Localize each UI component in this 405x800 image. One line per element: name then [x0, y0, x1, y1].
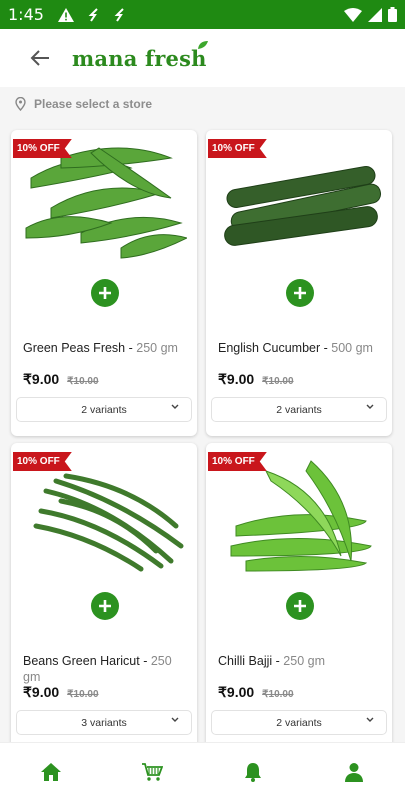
- sync-icon: [88, 7, 98, 22]
- product-weight: 250 gm: [136, 341, 178, 355]
- chevron-down-icon: [366, 404, 374, 409]
- product-title: English Cucumber: [218, 341, 321, 355]
- plus-icon: [294, 600, 306, 612]
- app-header: mana fresh: [0, 29, 405, 87]
- plus-icon: [294, 287, 306, 299]
- status-system-icons: [344, 7, 397, 22]
- plus-icon: [99, 600, 111, 612]
- back-button[interactable]: [22, 40, 58, 76]
- product-card[interactable]: 10% OFF English Cucumber - 500 gm ₹9.00 …: [206, 130, 392, 436]
- product-title: Green Peas Fresh: [23, 341, 126, 355]
- product-price: ₹9.00: [23, 371, 60, 387]
- store-label: Please select a store: [34, 97, 153, 111]
- leaf-icon: [197, 40, 208, 49]
- product-weight: 500 gm: [331, 341, 373, 355]
- variant-label: 3 variants: [81, 716, 127, 729]
- price-row: ₹9.00 ₹10.00: [218, 371, 294, 388]
- product-price: ₹9.00: [218, 371, 255, 387]
- product-mrp: ₹10.00: [67, 689, 99, 700]
- add-to-cart-button[interactable]: [91, 279, 119, 307]
- store-selector[interactable]: Please select a store: [0, 87, 405, 121]
- bell-icon: [245, 762, 262, 782]
- product-card[interactable]: 10% OFF Beans Green Haricut - 250 gm ₹9.…: [11, 443, 197, 749]
- product-name: Green Peas Fresh - 250 gm: [23, 341, 178, 355]
- variant-label: 2 variants: [276, 403, 322, 416]
- warning-icon: [57, 7, 74, 22]
- nav-profile[interactable]: [334, 752, 374, 792]
- product-price: ₹9.00: [23, 684, 60, 700]
- offer-badge: 10% OFF: [208, 452, 267, 471]
- offer-badge: 10% OFF: [13, 452, 72, 471]
- variant-dropdown[interactable]: 2 variants: [211, 710, 387, 735]
- offer-badge: 10% OFF: [208, 139, 267, 158]
- price-row: ₹9.00 ₹10.00: [23, 371, 99, 388]
- plus-icon: [99, 287, 111, 299]
- variant-dropdown[interactable]: 3 variants: [16, 710, 192, 735]
- sync-icon: [114, 7, 124, 22]
- product-mrp: ₹10.00: [262, 689, 294, 700]
- bottom-nav: [0, 742, 405, 800]
- add-to-cart-button[interactable]: [286, 279, 314, 307]
- product-weight: 250 gm: [283, 654, 325, 668]
- status-bar: 1:45: [0, 0, 405, 29]
- home-icon: [40, 762, 61, 781]
- product-name: Beans Green Haricut - 250 gm: [23, 654, 172, 684]
- product-title: Chilli Bajji: [218, 654, 273, 668]
- cart-icon: [141, 762, 163, 781]
- product-mrp: ₹10.00: [67, 376, 99, 387]
- product-card[interactable]: 10% OFF Green Peas Fresh - 250 gm ₹9.00 …: [11, 130, 197, 436]
- nav-notifications[interactable]: [233, 752, 273, 792]
- nav-cart[interactable]: [132, 752, 172, 792]
- price-row: ₹9.00 ₹10.00: [23, 684, 99, 701]
- offer-badge: 10% OFF: [13, 139, 72, 158]
- price-row: ₹9.00 ₹10.00: [218, 684, 294, 701]
- variant-label: 2 variants: [81, 403, 127, 416]
- product-price: ₹9.00: [218, 684, 255, 700]
- product-title: Beans Green Haricut: [23, 654, 140, 668]
- product-mrp: ₹10.00: [262, 376, 294, 387]
- wifi-icon: [344, 7, 362, 22]
- status-notification-icons: [57, 7, 126, 22]
- nav-home[interactable]: [31, 752, 71, 792]
- logo: mana fresh: [72, 40, 208, 71]
- chevron-down-icon: [366, 717, 374, 722]
- product-name: English Cucumber - 500 gm: [218, 341, 373, 355]
- add-to-cart-button[interactable]: [286, 592, 314, 620]
- add-to-cart-button[interactable]: [91, 592, 119, 620]
- arrow-left-icon: [30, 50, 49, 66]
- variant-dropdown[interactable]: 2 variants: [211, 397, 387, 422]
- status-time: 1:45: [8, 5, 44, 24]
- user-icon: [345, 762, 364, 782]
- chevron-down-icon: [171, 717, 179, 722]
- logo-text: mana fresh: [72, 45, 207, 71]
- variant-label: 2 variants: [276, 716, 322, 729]
- variant-dropdown[interactable]: 2 variants: [16, 397, 192, 422]
- chevron-down-icon: [171, 404, 179, 409]
- location-pin-icon: [15, 97, 26, 111]
- product-card[interactable]: 10% OFF Chilli Bajji - 250 gm ₹9.00 ₹10.…: [206, 443, 392, 749]
- battery-icon: [388, 7, 397, 22]
- product-name: Chilli Bajji - 250 gm: [218, 654, 325, 668]
- signal-icon: [368, 7, 382, 22]
